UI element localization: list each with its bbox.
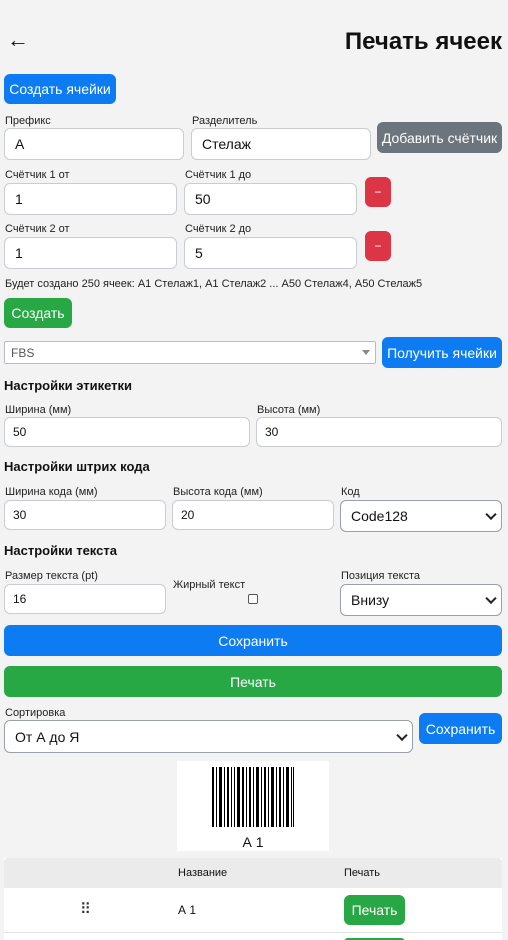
- chevron-down-icon: [396, 729, 408, 741]
- text-position-label: Позиция текста: [341, 570, 421, 582]
- label-settings-title: Настройки этикетки: [4, 378, 132, 393]
- bold-text-checkbox[interactable]: [248, 594, 258, 604]
- barcode-preview: А 1: [177, 761, 329, 851]
- code-height-label: Высота кода (мм): [173, 486, 263, 498]
- warehouse-select[interactable]: FBS: [4, 341, 376, 364]
- dropdown-arrow-icon: [362, 350, 370, 355]
- save-button[interactable]: Сохранить: [4, 625, 502, 656]
- counter1-from-label: Счётчик 1 от: [5, 169, 70, 181]
- label-height-input[interactable]: 30: [256, 417, 502, 447]
- code-type-label: Код: [341, 486, 360, 498]
- sort-save-button[interactable]: Сохранить: [419, 713, 502, 744]
- table-header-print: Печать: [344, 867, 381, 879]
- creation-summary: Будет создано 250 ячеек: А1 Стелаж1, А1 …: [5, 278, 423, 290]
- code-width-label: Ширина кода (мм): [5, 486, 98, 498]
- barcode-text: А 1: [242, 834, 264, 850]
- text-position-select[interactable]: Внизу: [340, 584, 502, 616]
- back-arrow-icon[interactable]: ←: [7, 27, 29, 53]
- counter1-to-input[interactable]: 50: [184, 183, 357, 215]
- counter1-from-input[interactable]: 1: [4, 183, 177, 215]
- text-settings-title: Настройки текста: [4, 543, 117, 558]
- remove-counter2-button[interactable]: −: [365, 231, 391, 261]
- bold-text-label: Жирный текст: [173, 579, 246, 591]
- print-button[interactable]: Печать: [4, 666, 502, 697]
- barcode-settings-title: Настройки штрих кода: [4, 459, 150, 474]
- add-counter-button[interactable]: Добавить счётчик: [377, 122, 502, 153]
- label-width-input[interactable]: 50: [4, 417, 250, 447]
- chevron-down-icon: [485, 592, 497, 605]
- counter2-to-label: Счётчик 2 до: [185, 223, 252, 235]
- cells-table: Название Печать ⠿ А 1 Печать: [4, 858, 502, 940]
- create-cells-button[interactable]: Создать ячейки: [4, 74, 116, 104]
- create-button[interactable]: Создать: [4, 298, 72, 328]
- counter2-from-label: Счётчик 2 от: [5, 223, 70, 235]
- label-width-label: Ширина (мм): [5, 404, 72, 416]
- sort-select[interactable]: От А до Я: [4, 720, 413, 753]
- text-position-value: Внизу: [351, 592, 390, 608]
- label-height-label: Высота (мм): [257, 404, 321, 416]
- row-print-button[interactable]: Печать: [344, 895, 405, 925]
- code-type-value: Code128: [351, 508, 408, 524]
- prefix-input[interactable]: А: [4, 128, 184, 160]
- drag-handle-icon[interactable]: ⠿: [80, 900, 91, 918]
- remove-counter1-button[interactable]: −: [365, 177, 391, 207]
- sort-value: От А до Я: [15, 728, 80, 745]
- prefix-label: Префикс: [5, 115, 51, 127]
- code-type-select[interactable]: Code128: [340, 500, 502, 532]
- text-size-label: Размер текста (pt): [5, 570, 98, 582]
- sort-label: Сортировка: [5, 707, 66, 719]
- counter1-to-label: Счётчик 1 до: [185, 169, 252, 181]
- barcode-image: [212, 767, 294, 827]
- code-width-input[interactable]: 30: [4, 500, 166, 530]
- page-title: Печать ячеек: [344, 28, 502, 55]
- table-row: ⠿ А 1 Печать: [4, 888, 502, 933]
- table-header: Название Печать: [4, 858, 502, 888]
- counter2-to-input[interactable]: 5: [184, 237, 357, 269]
- chevron-down-icon: [485, 508, 497, 521]
- separator-label: Разделитель: [192, 115, 258, 127]
- table-cell-name: А 1: [178, 903, 197, 917]
- get-cells-button[interactable]: Получить ячейки: [382, 337, 502, 368]
- separator-input[interactable]: Стелаж: [191, 128, 371, 160]
- table-header-name: Название: [178, 867, 228, 879]
- counter2-from-input[interactable]: 1: [4, 237, 177, 269]
- text-size-input[interactable]: 16: [4, 584, 166, 614]
- code-height-input[interactable]: 20: [172, 500, 334, 530]
- warehouse-select-value: FBS: [11, 345, 35, 360]
